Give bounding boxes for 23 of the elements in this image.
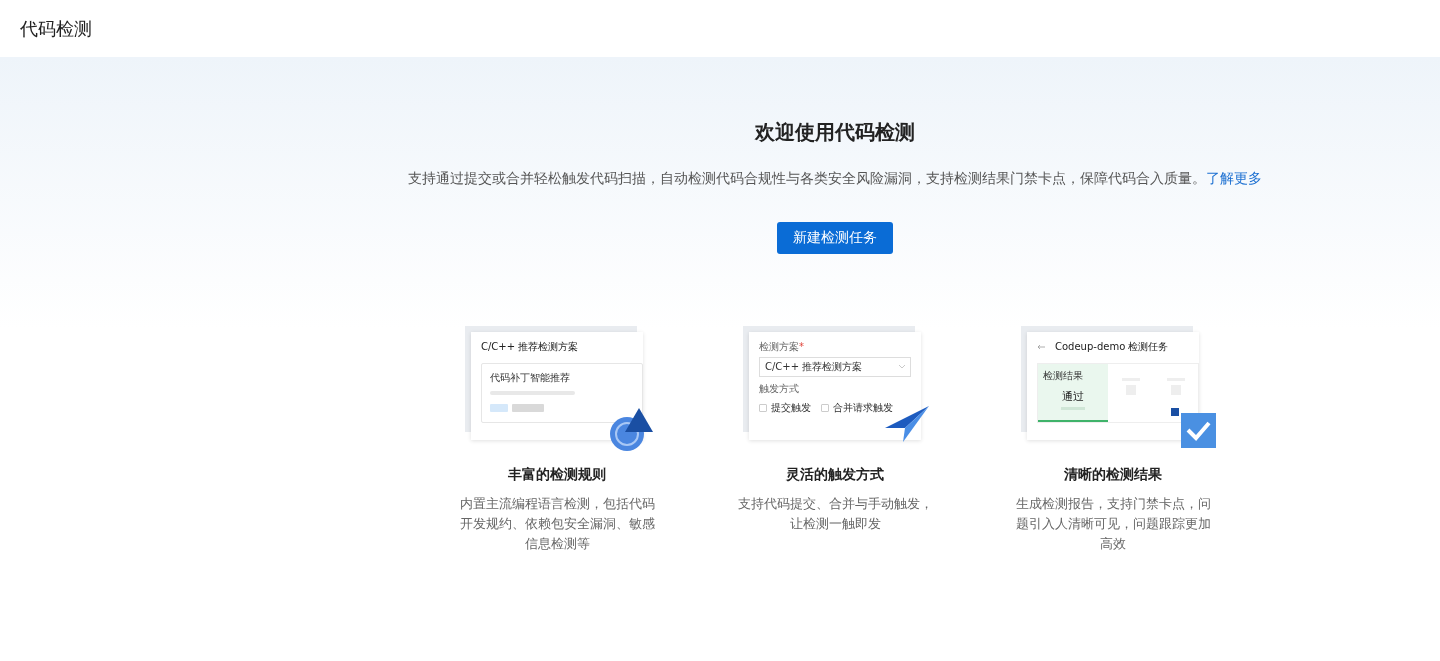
mock-label: 触发方式 xyxy=(759,382,800,396)
back-arrow-icon xyxy=(1037,344,1045,350)
feature-title: 灵活的触发方式 xyxy=(786,466,884,484)
chevron-icon xyxy=(899,365,905,369)
new-task-button[interactable]: 新建检测任务 xyxy=(777,222,893,254)
welcome-title: 欢迎使用代码检测 xyxy=(755,119,915,146)
feature-title: 清晰的检测结果 xyxy=(1064,466,1162,484)
mock-heading: C/C++ 推荐检测方案 xyxy=(481,340,580,354)
mock-label: 检测结果 xyxy=(1043,369,1084,383)
learn-more-link[interactable]: 了解更多 xyxy=(1206,170,1262,186)
placeholder-chip xyxy=(512,404,544,412)
mock-item-title: 代码补丁智能推荐 xyxy=(490,371,571,385)
feature-description: 内置主流编程语言检测，包括代码开发规约、依赖包安全漏洞、敏感信息检测等 xyxy=(458,495,656,553)
placeholder-chip xyxy=(490,404,508,412)
feature-title: 丰富的检测规则 xyxy=(508,466,606,484)
result-value: 通过 xyxy=(1062,389,1084,404)
feature-description: 生成检测报告，支持门禁卡点，问题引入人清晰可见，问题跟踪更加高效 xyxy=(1014,495,1212,553)
mock-label: 检测方案* xyxy=(759,340,805,354)
target-triangle-icon xyxy=(609,408,655,452)
welcome-description: 支持通过提交或合并轻松触发代码扫描，自动检测代码合规性与各类安全风险漏洞，支持检测结果门禁卡点，保障代码合入质量。了解更多 xyxy=(408,170,1262,188)
mock-heading: Codeup-demo 检测任务 xyxy=(1055,340,1169,354)
feature-description: 支持代码提交、合并与手动触发，让检测一触即发 xyxy=(736,495,934,533)
page-title: 代码检测 xyxy=(20,16,92,41)
